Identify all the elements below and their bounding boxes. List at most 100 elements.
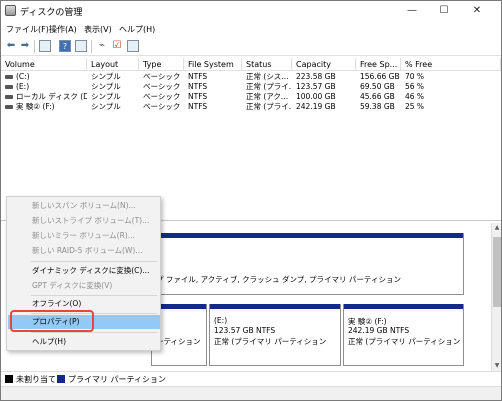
col-header-volume[interactable]: Volume (1, 58, 87, 71)
drive-icon (5, 85, 13, 89)
cell-file-system: NTFS (188, 82, 208, 91)
menu-item-new-striped-volume[interactable]: 新しいストライプ ボリューム(T)... (8, 214, 160, 228)
disk0-partition[interactable]: プ ファイル, アクティブ, クラッシュ ダンプ, プライマリ パーティション (151, 233, 464, 295)
primary-partition-swatch (57, 375, 65, 383)
cell-type: ベーシック (143, 72, 181, 81)
cell-file-system: NTFS (188, 72, 208, 81)
minimize-button[interactable]: — (399, 3, 425, 19)
cell-type: ベーシック (143, 92, 181, 101)
cell-layout: シンプル (91, 82, 121, 91)
cell-volume: 実 験② (F:) (16, 102, 55, 111)
partition-f-size: 242.19 GB NTFS (348, 326, 410, 335)
col-header-free-space[interactable]: Free Sp... (356, 58, 401, 71)
col-header-capacity[interactable]: Capacity (292, 58, 356, 71)
cell-capacity: 242.19 GB (296, 102, 336, 111)
cell-percent-free: 25 % (405, 102, 425, 111)
cell-capacity: 223.58 GB (296, 72, 336, 81)
legend-primary-partition: プライマリ パーティション (68, 375, 167, 384)
cell-status: 正常 (アク... (246, 92, 289, 101)
scroll-down-icon[interactable]: ▼ (492, 361, 502, 371)
disk-management-window: ディスクの管理 — ☐ ✕ ファイル(F) 操作(A) 表示(V) ヘルプ(H)… (0, 0, 502, 401)
partition-color-bar (152, 233, 463, 238)
partition-color-bar (210, 304, 340, 309)
cell-free-space: 45.66 GB (360, 92, 395, 101)
menu-item-convert-dynamic[interactable]: ダイナミック ディスクに変換(C)... (8, 264, 160, 278)
disk0-partition-status: プ ファイル, アクティブ, クラッシュ ダンプ, プライマリ パーティション (156, 275, 401, 284)
title-bar: ディスクの管理 — ☐ ✕ (1, 1, 501, 21)
menu-separator (31, 295, 157, 296)
cell-status: 正常 (シス... (246, 72, 289, 81)
menu-item-new-raid5-volume[interactable]: 新しい RAID-5 ボリューム(W)... (8, 244, 160, 258)
partition-e[interactable]: (E:) 123.57 GB NTFS 正常 (プライマリ パーティション (209, 304, 341, 366)
menu-item-help[interactable]: ヘルプ(H) (8, 335, 160, 349)
cell-file-system: NTFS (188, 92, 208, 101)
vertical-scrollbar[interactable]: ▲ ▼ (491, 223, 501, 371)
connect-drive-icon[interactable]: ⌁ (96, 40, 108, 52)
partition-e-size: 123.57 GB NTFS (214, 326, 276, 335)
cell-layout: シンプル (91, 92, 121, 101)
table-row[interactable]: 実 験② (F:) シンプル ベーシック NTFS 正常 (プライ... 242… (1, 102, 501, 112)
unallocated-swatch (5, 375, 13, 383)
toolbar: ⬅ ➡ ? ⌁ ☑ (1, 37, 501, 56)
status-bar (1, 386, 501, 400)
maximize-button[interactable]: ☐ (431, 3, 457, 19)
list-view-icon[interactable] (127, 40, 139, 52)
drive-icon (5, 105, 13, 109)
window-title: ディスクの管理 (20, 8, 83, 18)
cell-status: 正常 (プライ... (246, 82, 292, 91)
drive-icon (5, 75, 13, 79)
cell-percent-free: 56 % (405, 82, 425, 91)
properties-icon[interactable] (75, 40, 87, 52)
cell-capacity: 123.57 GB (296, 82, 336, 91)
col-header-file-system[interactable]: File System (184, 58, 242, 71)
legend-unallocated: 未割り当て (16, 375, 56, 384)
cell-layout: シンプル (91, 102, 121, 111)
scroll-thumb[interactable] (493, 237, 501, 307)
forward-arrow-icon[interactable]: ➡ (19, 40, 31, 52)
menu-view[interactable]: 表示(V) (84, 24, 112, 35)
menu-help[interactable]: ヘルプ(H) (119, 24, 155, 35)
cell-percent-free: 46 % (405, 92, 425, 101)
table-row[interactable]: (E:) シンプル ベーシック NTFS 正常 (プライ... 123.57 G… (1, 82, 501, 92)
cell-volume: (C:) (16, 72, 30, 81)
back-arrow-icon[interactable]: ⬅ (5, 40, 17, 52)
menu-item-offline[interactable]: オフライン(O) (8, 297, 160, 311)
partition-f[interactable]: 実 験② (F:) 242.19 GB NTFS 正常 (プライマリ パーティシ… (343, 304, 464, 366)
col-header-type[interactable]: Type (139, 58, 184, 71)
properties-highlight-box (10, 310, 94, 332)
cell-layout: シンプル (91, 72, 121, 81)
table-row[interactable]: (C:) シンプル ベーシック NTFS 正常 (シス... 223.58 GB… (1, 72, 501, 82)
partition-f-status: 正常 (プライマリ パーティション (348, 337, 461, 346)
table-row[interactable]: ローカル ディスク (D:) シンプル ベーシック NTFS 正常 (アク...… (1, 92, 501, 102)
console-tree-icon[interactable] (39, 40, 51, 52)
col-header-layout[interactable]: Layout (87, 58, 139, 71)
cell-volume: ローカル ディスク (D:) (16, 92, 87, 101)
menu-file[interactable]: ファイル(F) (6, 24, 49, 35)
scroll-up-icon[interactable]: ▲ (492, 223, 502, 233)
menu-item-convert-gpt[interactable]: GPT ディスクに変換(V) (8, 279, 160, 293)
toolbar-separator (91, 40, 92, 53)
disk1-partition-left-status: ーティション (156, 337, 201, 346)
cell-capacity: 100.00 GB (296, 92, 336, 101)
cell-free-space: 69.50 GB (360, 82, 395, 91)
legend-bar: 未割り当て プライマリ パーティション (1, 371, 501, 385)
menu-item-new-spanned-volume[interactable]: 新しいスパン ボリューム(N)... (8, 199, 160, 213)
check-icon[interactable]: ☑ (111, 40, 123, 52)
menu-separator (31, 332, 157, 333)
menu-action[interactable]: 操作(A) (49, 24, 77, 35)
cell-percent-free: 70 % (405, 72, 425, 81)
menu-separator (31, 261, 157, 262)
help-icon[interactable]: ? (59, 40, 71, 52)
cell-status: 正常 (プライ... (246, 102, 292, 111)
partition-e-status: 正常 (プライマリ パーティション (214, 337, 327, 346)
menu-bar: ファイル(F) 操作(A) 表示(V) ヘルプ(H) (1, 22, 501, 37)
cell-type: ベーシック (143, 102, 181, 111)
menu-item-new-mirror-volume[interactable]: 新しいミラー ボリューム(R)... (8, 229, 160, 243)
col-header-percent-free[interactable]: % Free (401, 58, 501, 71)
partition-e-name: (E:) (214, 316, 228, 325)
cell-free-space: 59.38 GB (360, 102, 395, 111)
drive-icon (5, 95, 13, 99)
close-button[interactable]: ✕ (464, 3, 490, 19)
col-header-status[interactable]: Status (242, 58, 292, 71)
disk-management-app-icon (5, 5, 16, 16)
